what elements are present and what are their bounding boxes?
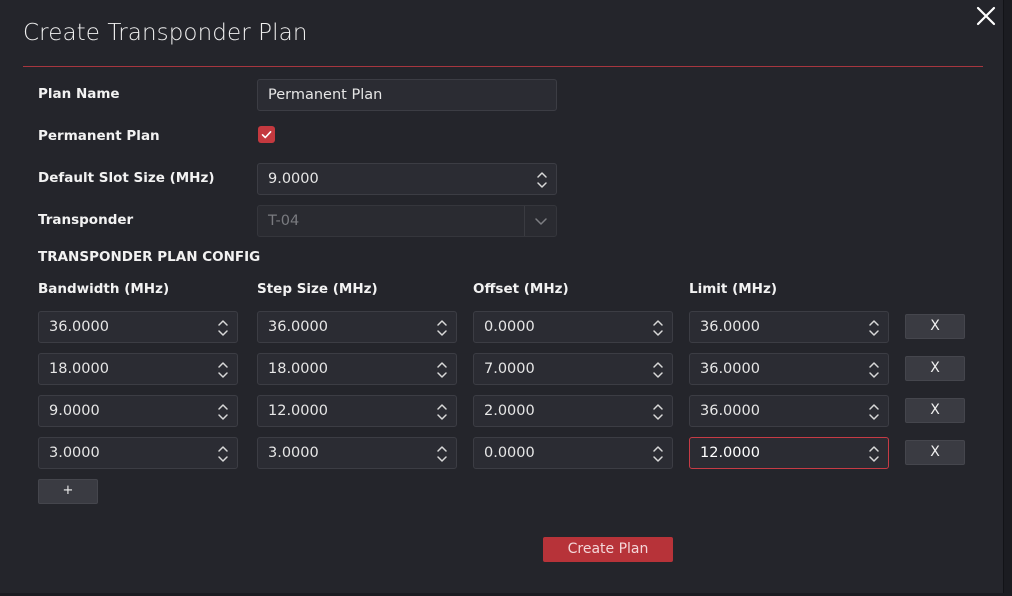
transponder-select[interactable]: T-04 — [257, 205, 557, 237]
spinner-icon[interactable] — [652, 360, 664, 380]
step-size-value: 18.0000 — [268, 361, 328, 377]
limit-value: 36.0000 — [700, 361, 760, 377]
transponder-value: T-04 — [268, 213, 300, 229]
spinner-icon[interactable] — [652, 402, 664, 422]
bandwidth-input[interactable]: 36.0000 — [38, 311, 238, 343]
plan-name-value: Permanent Plan — [268, 87, 383, 103]
spinner-icon[interactable] — [652, 318, 664, 338]
limit-input[interactable]: 36.0000 — [689, 395, 889, 427]
spinner-icon[interactable] — [868, 402, 880, 422]
spinner-icon[interactable] — [217, 444, 229, 464]
plan-name-label: Plan Name — [38, 86, 120, 102]
offset-input[interactable]: 0.0000 — [473, 437, 673, 469]
checkmark-icon — [261, 131, 272, 139]
spinner-icon[interactable] — [536, 170, 548, 190]
offset-input[interactable]: 7.0000 — [473, 353, 673, 385]
transponder-plan-config-title: TRANSPONDER PLAN CONFIG — [38, 249, 261, 265]
offset-value: 0.0000 — [484, 445, 535, 461]
remove-row-button[interactable]: X — [905, 398, 965, 423]
offset-header: Offset (MHz) — [473, 281, 569, 297]
step-size-header: Step Size (MHz) — [257, 281, 378, 297]
bandwidth-value: 9.0000 — [49, 403, 100, 419]
limit-value: 36.0000 — [700, 403, 760, 419]
spinner-icon[interactable] — [436, 444, 448, 464]
spinner-icon[interactable] — [868, 318, 880, 338]
remove-row-button[interactable]: X — [905, 314, 965, 339]
limit-value: 36.0000 — [700, 319, 760, 335]
offset-input[interactable]: 0.0000 — [473, 311, 673, 343]
offset-value: 0.0000 — [484, 319, 535, 335]
dialog-title: Create Transponder Plan — [23, 20, 308, 46]
spinner-icon[interactable] — [217, 402, 229, 422]
bandwidth-value: 18.0000 — [49, 361, 109, 377]
default-slot-size-input[interactable]: 9.0000 — [257, 163, 557, 195]
spinner-icon[interactable] — [217, 360, 229, 380]
step-size-input[interactable]: 3.0000 — [257, 437, 457, 469]
offset-value: 2.0000 — [484, 403, 535, 419]
spinner-icon[interactable] — [436, 402, 448, 422]
create-plan-button[interactable]: Create Plan — [543, 537, 673, 562]
bandwidth-input[interactable]: 3.0000 — [38, 437, 238, 469]
spinner-icon[interactable] — [868, 444, 880, 464]
step-size-input[interactable]: 18.0000 — [257, 353, 457, 385]
chevron-down-icon[interactable] — [534, 216, 548, 226]
offset-value: 7.0000 — [484, 361, 535, 377]
limit-input[interactable]: 36.0000 — [689, 353, 889, 385]
step-size-value: 3.0000 — [268, 445, 319, 461]
plan-name-input[interactable]: Permanent Plan — [257, 79, 557, 111]
spinner-icon[interactable] — [436, 360, 448, 380]
bandwidth-value: 36.0000 — [49, 319, 109, 335]
default-slot-size-value: 9.0000 — [268, 171, 319, 187]
add-row-button[interactable]: + — [38, 479, 98, 504]
spinner-icon[interactable] — [652, 444, 664, 464]
limit-value: 12.0000 — [700, 445, 760, 461]
limit-input[interactable]: 36.0000 — [689, 311, 889, 343]
step-size-value: 12.0000 — [268, 403, 328, 419]
offset-input[interactable]: 2.0000 — [473, 395, 673, 427]
bandwidth-header: Bandwidth (MHz) — [38, 281, 170, 297]
default-slot-size-label: Default Slot Size (MHz) — [38, 170, 215, 186]
permanent-plan-label: Permanent Plan — [38, 128, 160, 144]
remove-row-button[interactable]: X — [905, 440, 965, 465]
remove-row-button[interactable]: X — [905, 356, 965, 381]
spinner-icon[interactable] — [217, 318, 229, 338]
transponder-label: Transponder — [38, 212, 134, 228]
permanent-plan-checkbox[interactable] — [258, 126, 275, 143]
limit-header: Limit (MHz) — [689, 281, 778, 297]
step-size-input[interactable]: 12.0000 — [257, 395, 457, 427]
title-divider — [23, 66, 983, 67]
limit-input[interactable]: 12.0000 — [689, 437, 889, 469]
step-size-input[interactable]: 36.0000 — [257, 311, 457, 343]
spinner-icon[interactable] — [868, 360, 880, 380]
bandwidth-input[interactable]: 18.0000 — [38, 353, 238, 385]
close-icon[interactable] — [974, 4, 998, 28]
spinner-icon[interactable] — [436, 318, 448, 338]
create-transponder-plan-dialog: Create Transponder Plan Plan Name Perman… — [0, 0, 1004, 593]
select-divider — [524, 206, 525, 236]
bandwidth-value: 3.0000 — [49, 445, 100, 461]
bandwidth-input[interactable]: 9.0000 — [38, 395, 238, 427]
step-size-value: 36.0000 — [268, 319, 328, 335]
